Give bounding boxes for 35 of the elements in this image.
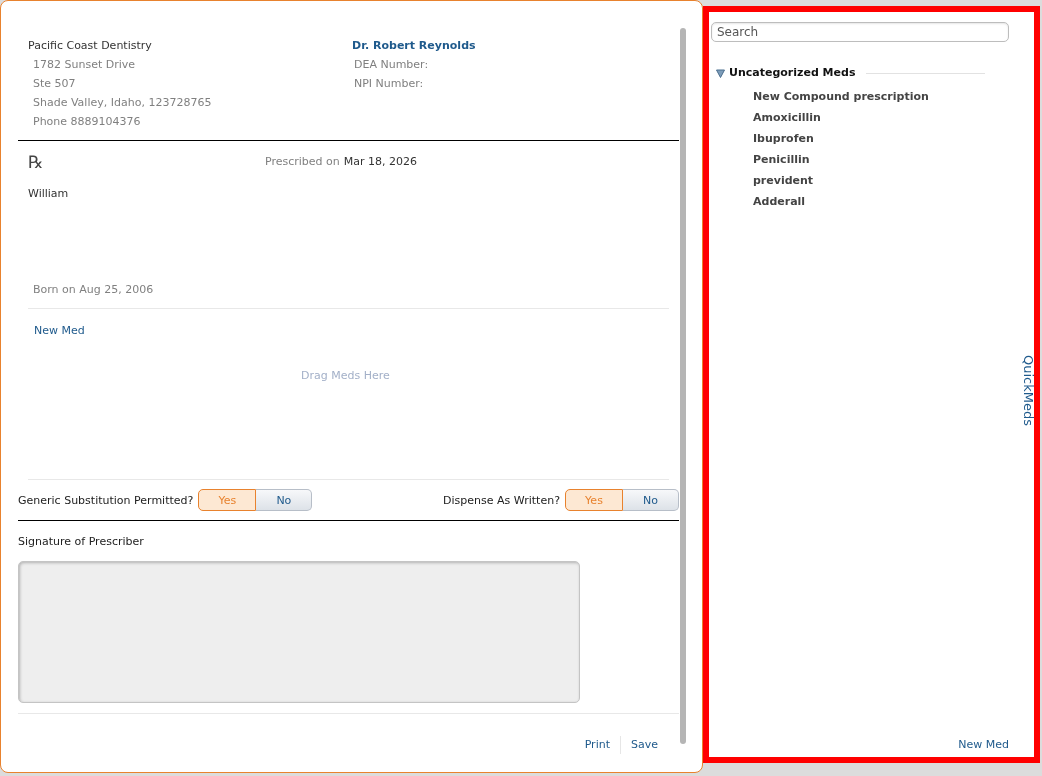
patient-name: William bbox=[28, 186, 69, 202]
toggle-label: Dispense As Written? bbox=[443, 493, 560, 507]
action-link[interactable]: Save bbox=[631, 735, 658, 754]
action-link[interactable]: Print bbox=[584, 735, 610, 754]
prescriber-name: Dr. Robert Reynolds bbox=[352, 38, 476, 54]
new-med-link[interactable]: New Med bbox=[34, 321, 85, 340]
segment-button[interactable]: No bbox=[623, 489, 679, 511]
address-line: Shade Valley, Idaho, 123728765 bbox=[32, 95, 212, 111]
med-item[interactable]: Adderall bbox=[753, 191, 806, 212]
triangle-icon[interactable] bbox=[716, 68, 725, 78]
quickmeds-tab[interactable]: QuickMeds bbox=[1021, 354, 1036, 426]
med-item[interactable]: Ibuprofen bbox=[753, 128, 814, 149]
med-item[interactable]: Penicillin bbox=[753, 149, 810, 170]
prescribed-label: Prescribed on bbox=[265, 154, 340, 170]
drop-hint: Drag Meds Here bbox=[301, 368, 390, 384]
scrollbar-thumb[interactable] bbox=[680, 28, 686, 744]
prescriber-field: NPI Number: bbox=[352, 74, 424, 93]
segment-button[interactable]: No bbox=[256, 489, 313, 511]
address-line: 1782 Sunset Drive bbox=[32, 57, 136, 73]
birth-date: Born on Aug 25, 2006 bbox=[33, 282, 154, 298]
prescriber-field: DEA Number: bbox=[352, 55, 429, 74]
toggle-label: Generic Substitution Permitted? bbox=[18, 493, 194, 507]
prescribed-date: Mar 18, 2026 bbox=[343, 154, 417, 170]
med-item[interactable]: prevident bbox=[753, 170, 814, 191]
med-item[interactable]: Amoxicillin bbox=[753, 107, 821, 128]
new-med-link[interactable]: New Med bbox=[958, 735, 1009, 754]
med-item[interactable]: New Compound prescription bbox=[753, 86, 929, 107]
group-header[interactable]: Uncategorized Meds bbox=[729, 65, 856, 81]
signature-label: Signature of Prescriber bbox=[18, 534, 144, 550]
practice-name: Pacific Coast Dentistry bbox=[28, 38, 152, 54]
rx-symbol: ℞ bbox=[28, 151, 44, 173]
address-line: Ste 507 bbox=[32, 76, 76, 92]
signature-field[interactable] bbox=[18, 561, 580, 703]
address-line: Phone 8889104376 bbox=[32, 114, 141, 130]
search-field[interactable]: Search bbox=[711, 22, 1009, 42]
